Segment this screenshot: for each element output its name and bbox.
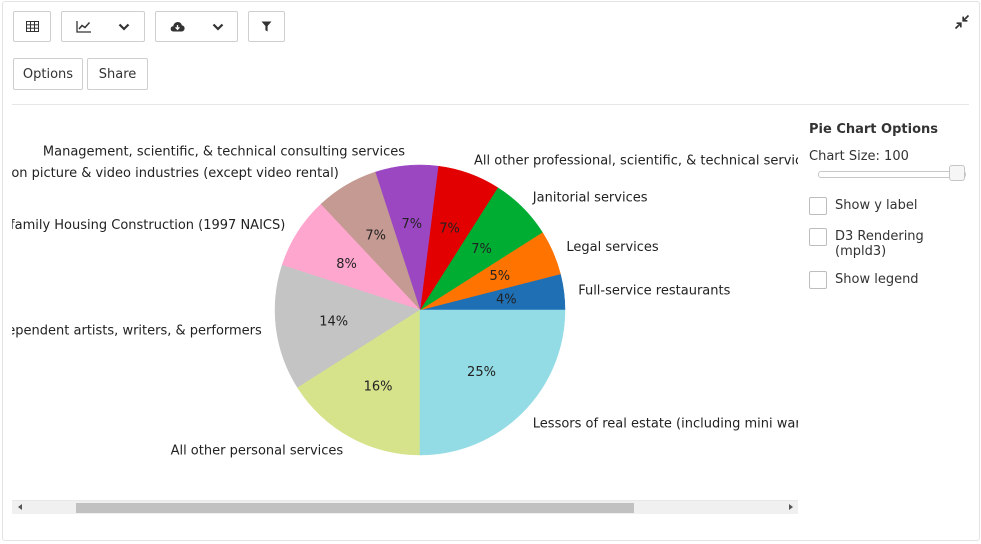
pie-pct-label: 5%	[489, 269, 510, 284]
table-icon	[25, 21, 39, 32]
pie-chart-svg: 4% Full-service restaurants 5% Legal servic…	[12, 145, 798, 459]
pie-category-label: Single-family Housing Construction (1997…	[12, 218, 285, 233]
pie-pct-label: 7%	[439, 222, 460, 237]
line-chart-icon	[76, 20, 91, 33]
pie-pct-label: 4%	[496, 293, 517, 308]
pie-category-label: Independent artists, writers, & performe…	[12, 324, 262, 339]
filter-button[interactable]	[248, 11, 285, 42]
chevron-down-icon	[118, 23, 130, 31]
chart-type-button[interactable]	[61, 11, 145, 42]
pie-pct-label: 14%	[319, 314, 348, 329]
d3-rendering-checkbox[interactable]	[809, 228, 827, 246]
cloud-download-icon	[170, 21, 185, 32]
compress-icon[interactable]	[954, 14, 970, 30]
pie-category-label: Janitorial services	[532, 191, 648, 206]
pie-category-label: All other professional, scientific, & te…	[474, 153, 798, 168]
pie-category-label: Management, scientific, & technical cons…	[43, 145, 405, 160]
pie-slice-lessors-of-real-estate-including-mini-warehouses	[419, 309, 566, 456]
pie-pct-label: 8%	[336, 257, 357, 272]
share-button[interactable]: Share	[87, 58, 148, 90]
pie-category-label: Full-service restaurants	[578, 284, 730, 299]
pie-category-label: Lessors of real estate (including mini w…	[533, 416, 798, 431]
show-legend-option[interactable]: Show legend	[809, 271, 919, 289]
horizontal-scrollbar[interactable]	[12, 500, 798, 514]
show-y-label-checkbox[interactable]	[809, 197, 827, 215]
pie-category-label: All other personal services	[171, 443, 344, 458]
show-y-label-option[interactable]: Show y label	[809, 197, 917, 215]
pie-pct-label: 7%	[471, 242, 492, 257]
d3-rendering-option[interactable]: D3 Rendering (mpld3)	[809, 228, 924, 259]
scroll-left-arrow-icon[interactable]	[18, 504, 22, 510]
pie-pct-label: 16%	[364, 380, 393, 395]
table-view-button[interactable]	[13, 11, 51, 42]
scroll-right-arrow-icon[interactable]	[789, 504, 793, 510]
chevron-down-icon	[212, 23, 224, 31]
filter-icon	[261, 21, 272, 32]
pie-pct-label: 7%	[365, 229, 386, 244]
pie-category-label: Legal services	[566, 240, 659, 255]
show-legend-text: Show legend	[835, 272, 919, 287]
options-button[interactable]: Options	[13, 58, 83, 90]
pie-pct-label: 7%	[401, 217, 422, 232]
panel-title: Pie Chart Options	[809, 122, 938, 137]
pie-pct-label: 25%	[467, 365, 496, 380]
chart-size-slider-handle[interactable]	[949, 165, 965, 181]
d3-rendering-text: D3 Rendering	[835, 229, 924, 244]
toolbar-divider	[12, 104, 969, 105]
show-y-label-text: Show y label	[835, 198, 918, 213]
pie-chart: 4% Full-service restaurants 5% Legal servic…	[12, 110, 798, 496]
scroll-thumb[interactable]	[76, 503, 634, 513]
download-button[interactable]	[155, 11, 238, 42]
pie-category-label: Motion picture & video industries (excep…	[12, 166, 339, 181]
d3-rendering-subtext: (mpld3)	[835, 244, 887, 259]
chart-size-label: Chart Size: 100	[809, 149, 909, 164]
chart-size-slider[interactable]	[818, 171, 966, 178]
show-legend-checkbox[interactable]	[809, 271, 827, 289]
